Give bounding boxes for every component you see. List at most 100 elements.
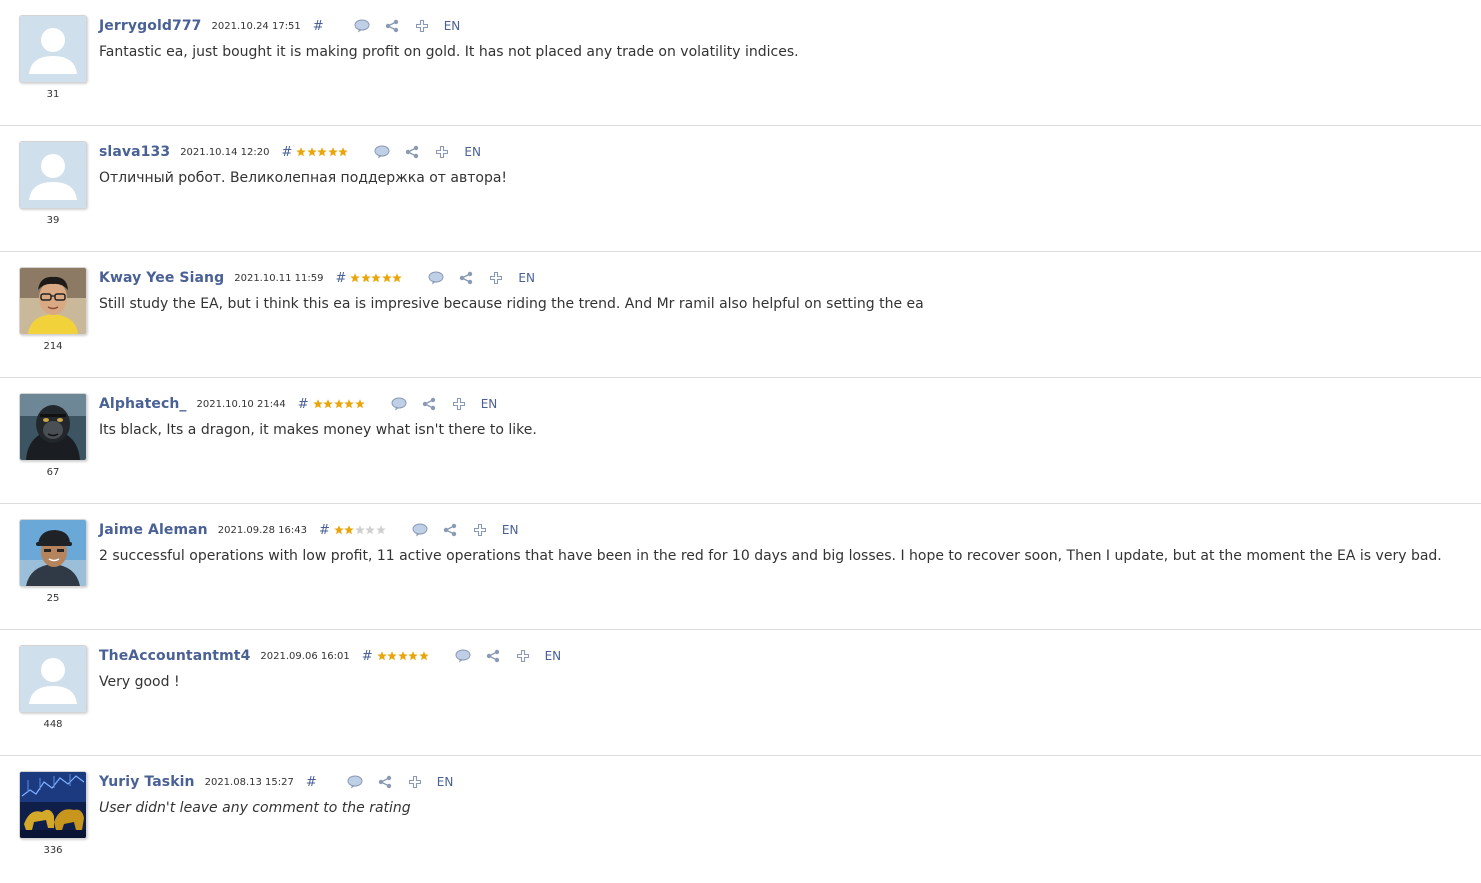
review-item: 336 Yuriy Taskin 2021.08.13 15:27 # EN User d… [0,756,1481,882]
language-link[interactable]: EN [502,523,519,537]
star-filled-icon [408,651,419,661]
star-filled-icon [397,651,409,661]
author-link[interactable]: Jaime Aleman [99,522,208,538]
review-actions: EN [354,18,461,34]
permalink[interactable]: # [281,145,292,160]
user-rating-count: 67 [46,467,60,478]
comment-bubble-icon[interactable] [428,270,444,286]
review-header: Jerrygold777 2021.10.24 17:51 # EN [99,15,460,37]
permalink[interactable]: # [306,775,317,790]
plus-icon[interactable] [414,18,430,34]
star-rating [296,146,349,158]
star-filled-icon [317,147,328,157]
avatar[interactable] [19,519,87,587]
review-item: 25 Jaime Aleman 2021.09.28 16:43 # EN 2 succe… [0,504,1481,630]
star-filled-icon [307,147,318,157]
avatar[interactable] [19,267,87,335]
star-filled-icon [392,273,403,283]
user-rating-count: 336 [43,845,63,856]
review-text: Отличный робот. Великолепная поддержка о… [99,170,508,186]
permalink[interactable]: # [362,649,373,664]
comment-bubble-icon[interactable] [354,18,370,34]
author-link[interactable]: slava133 [99,144,170,160]
star-filled-icon [355,399,366,409]
avatar[interactable] [19,393,87,461]
review-header: slava133 2021.10.14 12:20 # EN [99,141,481,163]
permalink[interactable]: # [313,19,324,34]
star-filled-icon [382,273,393,283]
plus-icon[interactable] [515,648,531,664]
comment-bubble-icon[interactable] [455,648,471,664]
review-actions: EN [455,648,562,664]
star-filled-icon [328,147,339,157]
author-link[interactable]: Kway Yee Siang [99,270,224,286]
avatar[interactable] [19,645,87,713]
star-filled-icon [376,651,388,661]
review-date: 2021.10.24 17:51 [211,20,301,32]
language-link[interactable]: EN [481,397,498,411]
permalink[interactable]: # [336,271,347,286]
star-filled-icon [418,651,430,661]
share-icon[interactable] [384,18,400,34]
review-date: 2021.10.14 12:20 [180,146,270,158]
avatar[interactable] [19,15,87,83]
review-text: Its black, Its a dragon, it makes money … [99,422,537,438]
star-filled-icon [334,399,345,409]
star-empty-icon [355,525,366,535]
permalink[interactable]: # [319,523,330,538]
comment-bubble-icon[interactable] [412,522,428,538]
user-rating-count: 25 [46,593,60,604]
author-link[interactable]: TheAccountantmt4 [99,648,250,664]
review-header: Kway Yee Siang 2021.10.11 11:59 # EN [99,267,535,289]
review-item: 39 slava133 2021.10.14 12:20 # EN Отличный ро… [0,126,1481,252]
plus-icon[interactable] [488,270,504,286]
star-filled-icon [371,273,382,283]
review-actions: EN [374,144,481,160]
plus-icon[interactable] [451,396,467,412]
avatar[interactable] [19,141,87,209]
language-link[interactable]: EN [444,19,461,33]
permalink[interactable]: # [298,397,309,412]
star-filled-icon [361,273,372,283]
review-text: Very good ! [99,674,180,690]
review-date: 2021.08.13 15:27 [204,776,294,788]
review-item: 448 TheAccountantmt4 2021.09.06 16:01 # EN Ve… [0,630,1481,756]
review-item: 67 Alphatech_ 2021.10.10 21:44 # EN Its black… [0,378,1481,504]
star-filled-icon [344,399,355,409]
plus-icon[interactable] [407,774,423,790]
review-date: 2021.10.11 11:59 [234,272,324,284]
review-text: 2 successful operations with low profit,… [99,548,1442,564]
comment-bubble-icon[interactable] [347,774,363,790]
comment-bubble-icon[interactable] [391,396,407,412]
star-filled-icon [334,525,345,535]
review-actions: EN [347,774,454,790]
share-icon[interactable] [458,270,474,286]
star-filled-icon [338,147,349,157]
review-header: TheAccountantmt4 2021.09.06 16:01 # EN [99,645,561,667]
language-link[interactable]: EN [518,271,535,285]
share-icon[interactable] [421,396,437,412]
author-link[interactable]: Jerrygold777 [99,18,202,34]
reviews-list: 31 Jerrygold777 2021.10.24 17:51 # EN Fantast… [0,0,1481,882]
review-date: 2021.09.28 16:43 [217,524,308,536]
share-icon[interactable] [485,648,501,664]
share-icon[interactable] [442,522,458,538]
language-link[interactable]: EN [437,775,454,789]
avatar[interactable] [19,771,87,839]
star-filled-icon [387,651,398,661]
language-link[interactable]: EN [545,649,562,663]
plus-icon[interactable] [472,522,488,538]
comment-bubble-icon[interactable] [374,144,390,160]
language-link[interactable]: EN [464,145,481,159]
author-link[interactable]: Alphatech_ [99,396,187,412]
star-rating [350,272,403,284]
star-filled-icon [296,147,307,157]
plus-icon[interactable] [434,144,450,160]
user-rating-count: 448 [43,719,63,730]
share-icon[interactable] [404,144,420,160]
author-link[interactable]: Yuriy Taskin [99,774,195,790]
star-empty-icon [365,525,376,535]
share-icon[interactable] [377,774,393,790]
review-header: Jaime Aleman 2021.09.28 16:43 # EN [99,519,518,541]
review-actions: EN [428,270,535,286]
